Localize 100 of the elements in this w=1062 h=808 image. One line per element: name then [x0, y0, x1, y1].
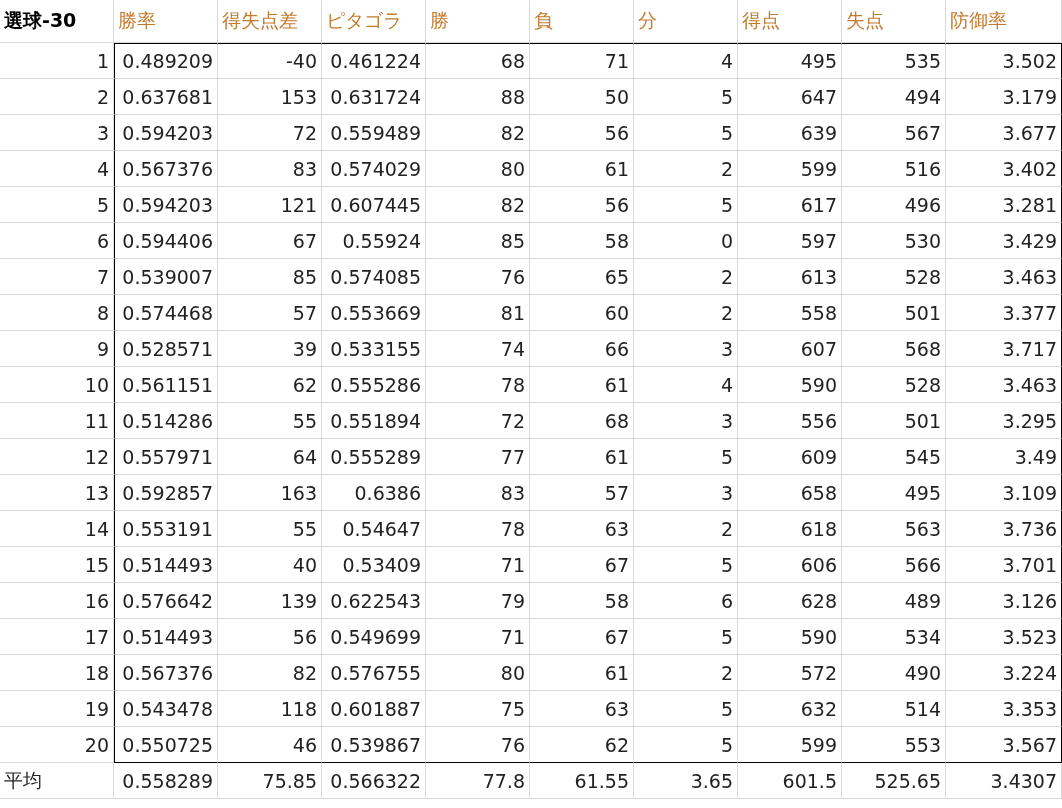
- table-cell: 0.555286: [322, 367, 426, 403]
- table-cell: 71: [426, 547, 530, 583]
- column-header: 分: [634, 0, 738, 43]
- table-cell: 566: [842, 547, 946, 583]
- table-cell: 618: [738, 511, 842, 547]
- table-cell: 3.4307: [946, 763, 1062, 799]
- row-number: 13: [0, 475, 114, 511]
- table-cell: 2: [634, 295, 738, 331]
- table-cell: 0.53409: [322, 547, 426, 583]
- table-cell: 74: [426, 331, 530, 367]
- table-cell: 3.126: [946, 583, 1062, 619]
- table-cell: 3.377: [946, 295, 1062, 331]
- table-cell: 63: [530, 691, 634, 727]
- row-number: 16: [0, 583, 114, 619]
- table-cell: 0.574029: [322, 151, 426, 187]
- table-cell: 0: [634, 223, 738, 259]
- table-cell: 61: [530, 367, 634, 403]
- table-cell: 0.631724: [322, 79, 426, 115]
- table-cell: 3.224: [946, 655, 1062, 691]
- table-cell: 639: [738, 115, 842, 151]
- table-cell: 528: [842, 259, 946, 295]
- table-cell: 3.523: [946, 619, 1062, 655]
- table-cell: 139: [218, 583, 322, 619]
- table-cell: 72: [218, 115, 322, 151]
- row-number: 11: [0, 403, 114, 439]
- table-cell: 3.463: [946, 367, 1062, 403]
- column-header: 防御率: [946, 0, 1062, 43]
- table-cell: 558: [738, 295, 842, 331]
- table-cell: 50: [530, 79, 634, 115]
- table-cell: 0.539007: [114, 259, 218, 295]
- table-cell: 613: [738, 259, 842, 295]
- table-cell: 61: [530, 439, 634, 475]
- table-cell: 5: [634, 439, 738, 475]
- table-cell: 71: [426, 619, 530, 655]
- table-cell: 597: [738, 223, 842, 259]
- table-cell: 0.566322: [322, 763, 426, 799]
- table-cell: 516: [842, 151, 946, 187]
- table-cell: 5: [634, 115, 738, 151]
- table-cell: 0.553669: [322, 295, 426, 331]
- row-number: 17: [0, 619, 114, 655]
- row-number: 10: [0, 367, 114, 403]
- table-cell: 3.179: [946, 79, 1062, 115]
- table-cell: 76: [426, 259, 530, 295]
- table-cell: 67: [218, 223, 322, 259]
- table-cell: 599: [738, 727, 842, 763]
- column-header: 負: [530, 0, 634, 43]
- table-cell: 68: [530, 403, 634, 439]
- table-cell: 0.576642: [114, 583, 218, 619]
- table-cell: 55: [218, 403, 322, 439]
- table-cell: 76: [426, 727, 530, 763]
- table-cell: 496: [842, 187, 946, 223]
- table-cell: 647: [738, 79, 842, 115]
- table-cell: 528: [842, 367, 946, 403]
- table-cell: 40: [218, 547, 322, 583]
- table-cell: 609: [738, 439, 842, 475]
- table-cell: 0.528571: [114, 331, 218, 367]
- table-cell: 58: [530, 583, 634, 619]
- table-cell: 0.514286: [114, 403, 218, 439]
- table-cell: 567: [842, 115, 946, 151]
- table-cell: 0.558289: [114, 763, 218, 799]
- table-cell: 4: [634, 43, 738, 79]
- row-number: 12: [0, 439, 114, 475]
- table-cell: 494: [842, 79, 946, 115]
- table-cell: -40: [218, 43, 322, 79]
- table-cell: 568: [842, 331, 946, 367]
- table-cell: 56: [530, 115, 634, 151]
- table-cell: 61.55: [530, 763, 634, 799]
- table-cell: 83: [218, 151, 322, 187]
- column-header: 得点: [738, 0, 842, 43]
- table-cell: 77: [426, 439, 530, 475]
- table-cell: 61: [530, 151, 634, 187]
- table-cell: 0.574468: [114, 295, 218, 331]
- table-cell: 0.567376: [114, 151, 218, 187]
- table-cell: 0.557971: [114, 439, 218, 475]
- table-cell: 57: [530, 475, 634, 511]
- row-number: 20: [0, 727, 114, 763]
- table-cell: 3.65: [634, 763, 738, 799]
- table-cell: 57: [218, 295, 322, 331]
- table-cell: 495: [738, 43, 842, 79]
- table-cell: 85: [426, 223, 530, 259]
- table-cell: 590: [738, 619, 842, 655]
- table-cell: 82: [426, 187, 530, 223]
- table-cell: 0.514493: [114, 619, 218, 655]
- table-cell: 3.295: [946, 403, 1062, 439]
- table-cell: 0.461224: [322, 43, 426, 79]
- table-cell: 4: [634, 367, 738, 403]
- table-cell: 163: [218, 475, 322, 511]
- row-number: 8: [0, 295, 114, 331]
- table-cell: 535: [842, 43, 946, 79]
- table-cell: 56: [218, 619, 322, 655]
- table-cell: 3: [634, 331, 738, 367]
- table-cell: 3.502: [946, 43, 1062, 79]
- table-cell: 75.85: [218, 763, 322, 799]
- table-cell: 0.601887: [322, 691, 426, 727]
- table-cell: 0.594203: [114, 115, 218, 151]
- table-cell: 0.637681: [114, 79, 218, 115]
- row-number: 5: [0, 187, 114, 223]
- table-cell: 514: [842, 691, 946, 727]
- table-cell: 563: [842, 511, 946, 547]
- table-cell: 64: [218, 439, 322, 475]
